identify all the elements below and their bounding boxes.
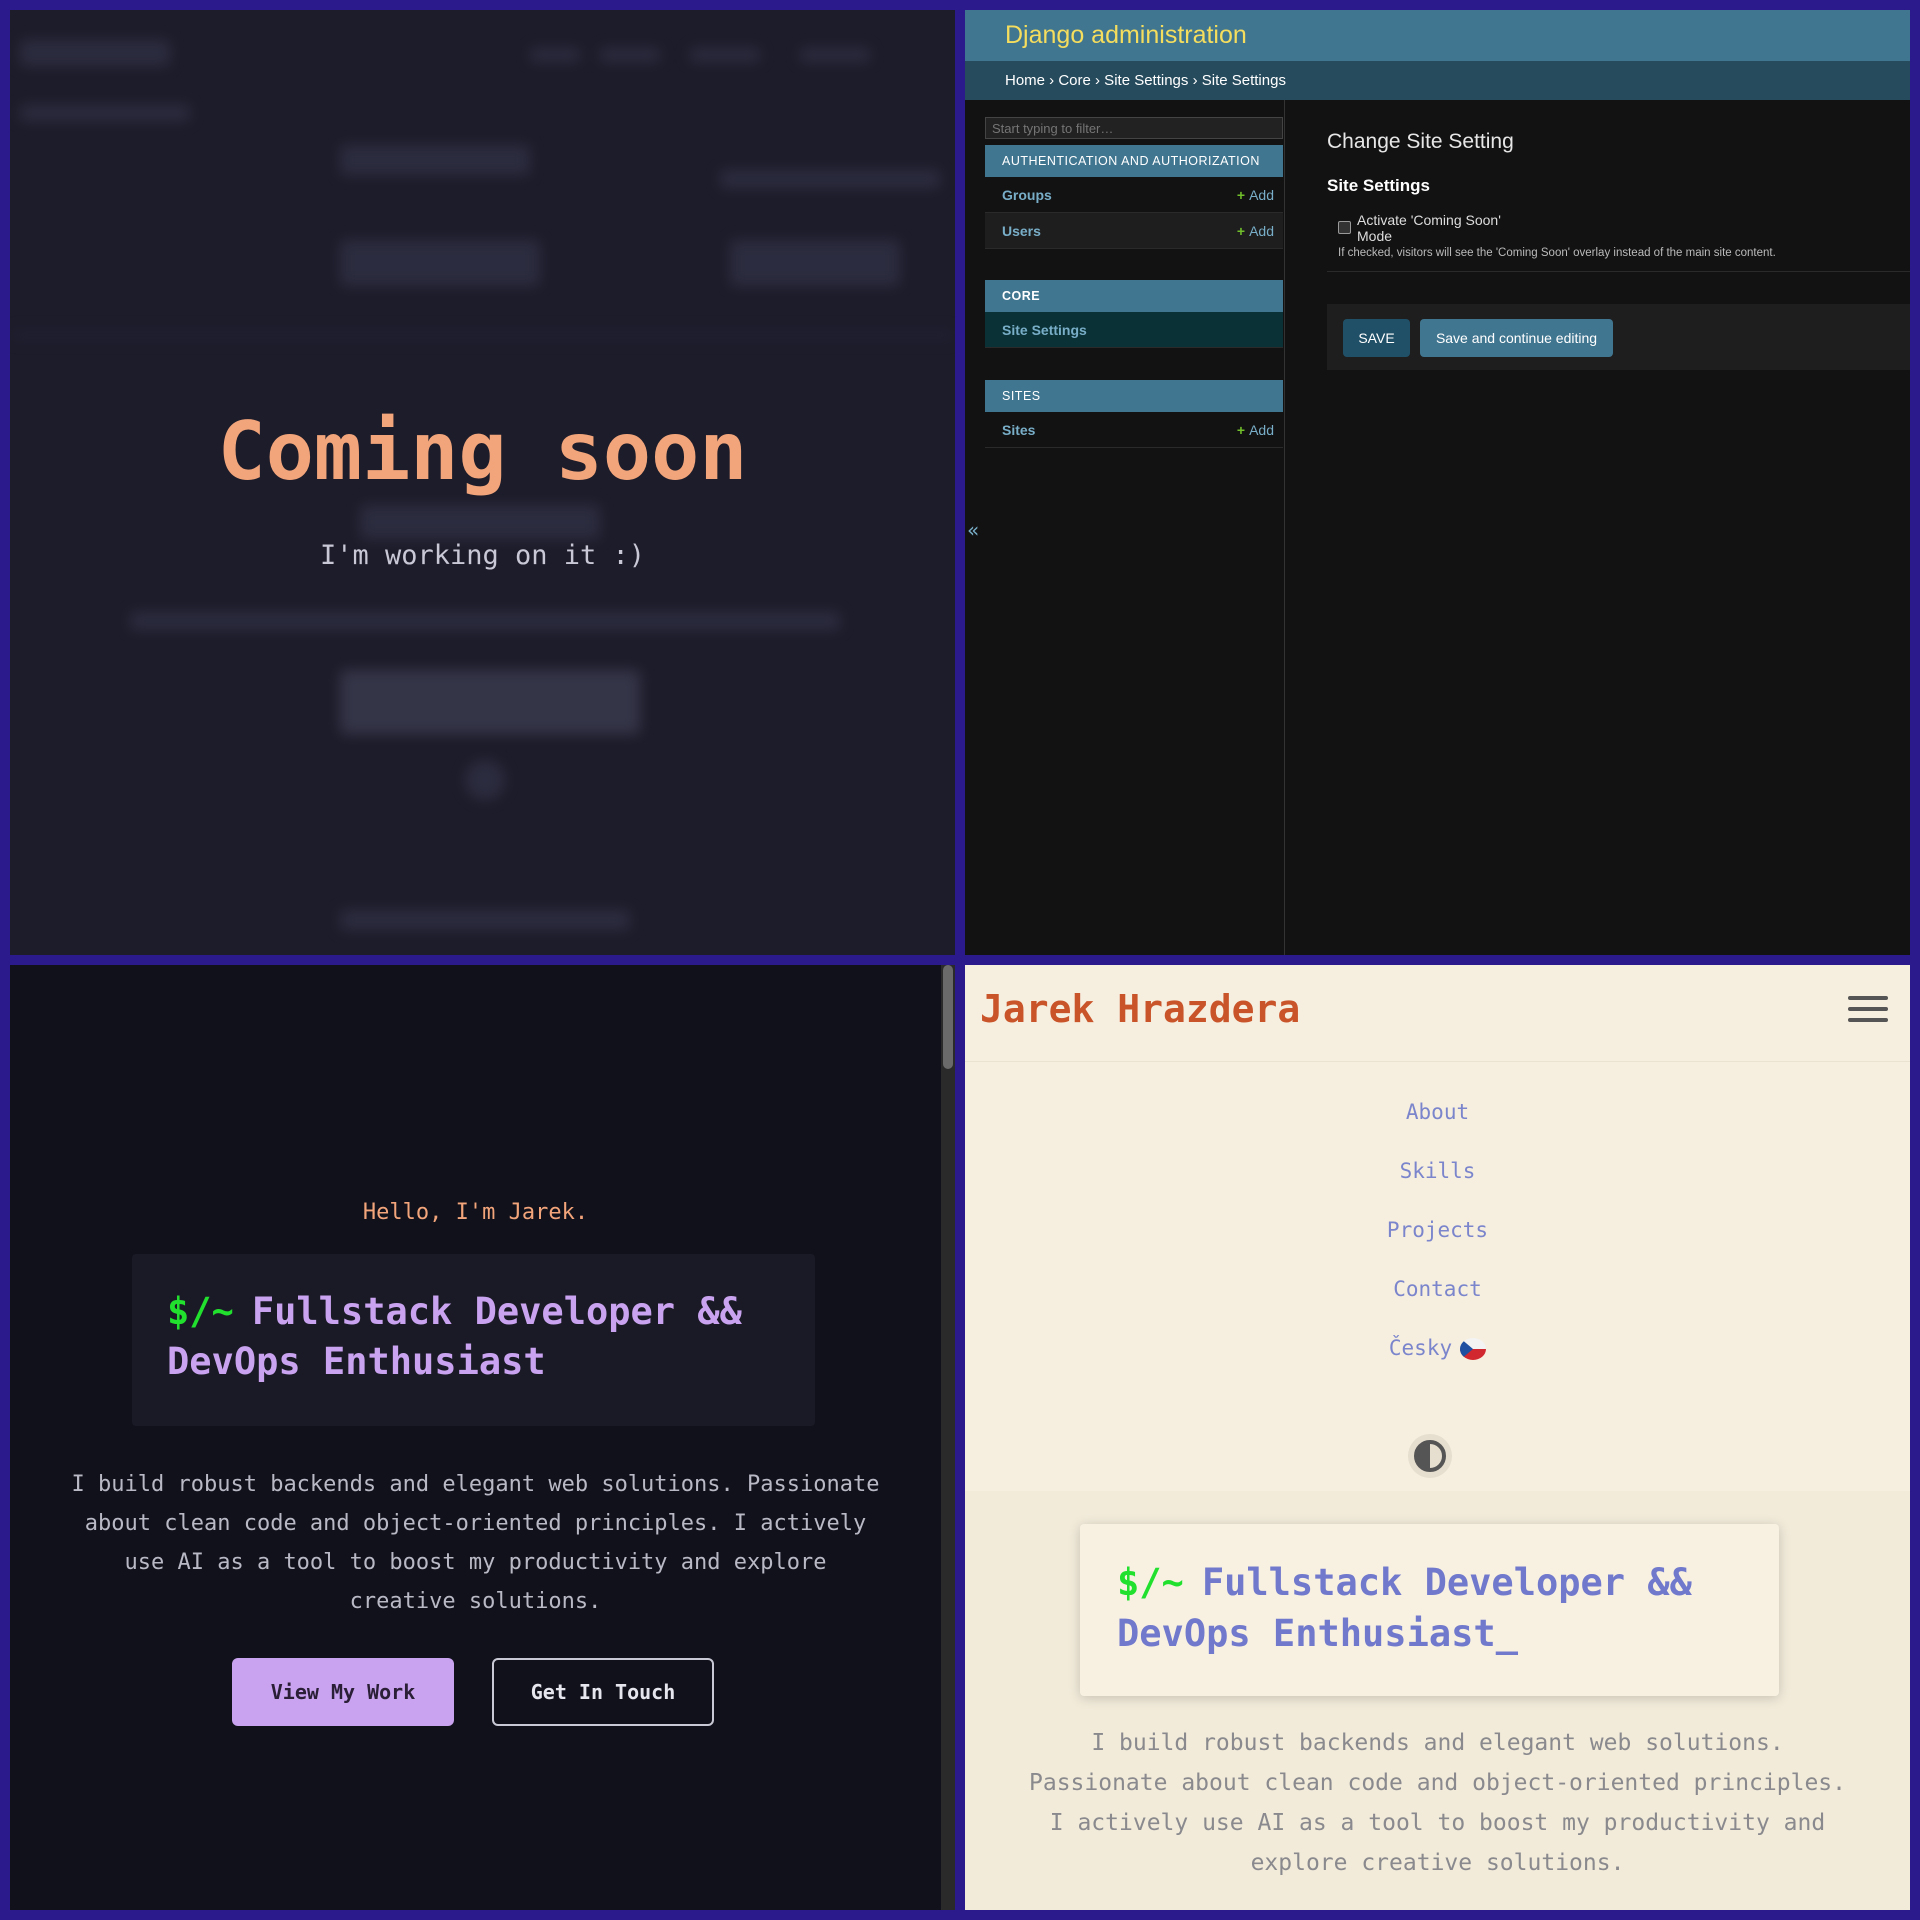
headline-line1: Fullstack Developer && [1201,1561,1692,1604]
sidebar-item-label[interactable]: Groups [1002,187,1052,203]
headline-line2: DevOps Enthusiast_ [1117,1612,1518,1655]
site-logo-name[interactable]: Jarek Hrazdera [980,987,1300,1031]
django-admin-panel: Django administration Home › Core › Site… [965,10,1910,955]
hero-description: I build robust backends and elegant web … [71,1472,880,1614]
language-label: Česky [1388,1336,1453,1360]
save-button[interactable]: SAVE [1343,319,1410,357]
add-groups-link[interactable]: + Add [1237,187,1274,203]
theme-toggle-button[interactable] [1408,1434,1452,1478]
view-work-button[interactable]: View My Work [232,1658,454,1726]
nav-link-contact[interactable]: Contact [965,1277,1910,1301]
contrast-icon [1414,1440,1446,1472]
sidebar-toggle-button[interactable]: « [967,518,979,542]
save-continue-button[interactable]: Save and continue editing [1420,319,1613,357]
checkbox-label[interactable]: Activate 'Coming Soon' Mode [1357,212,1527,244]
mobile-nav: About Skills Projects Contact Česky [965,1062,1910,1478]
page-title: Change Site Setting [1327,130,1514,153]
terminal-headline: $/~ Fullstack Developer && DevOps Enthusi… [1117,1557,1779,1659]
light-portfolio-panel: Jarek Hrazdera About Skills Projects Con… [965,965,1910,1910]
add-label: Add [1249,421,1274,438]
nav-sidebar: AUTHENTICATION AND AUTHORIZATION Groups … [965,100,1285,955]
module-core: CORE Site Settings [985,280,1283,348]
module-caption[interactable]: CORE [985,280,1283,312]
headline-line2: DevOps Enthusiast [167,1340,546,1383]
sidebar-item-site-settings[interactable]: Site Settings [985,312,1283,348]
sidebar-item-label[interactable]: Users [1002,223,1041,239]
module-caption[interactable]: AUTHENTICATION AND AUTHORIZATION [985,145,1283,177]
hamburger-menu-icon[interactable] [1848,996,1888,1026]
add-label: Add [1249,186,1274,203]
sidebar-item-users[interactable]: Users + Add [985,213,1283,249]
nav-filter-input[interactable] [985,117,1283,139]
sidebar-item-label[interactable]: Sites [1002,422,1035,438]
language-switch-link[interactable]: Česky [965,1336,1910,1360]
hero-greeting: Hello, I'm Jarek. [362,1200,589,1225]
module-caption[interactable]: SITES [985,380,1283,412]
site-branding[interactable]: Django administration [1005,21,1247,50]
content-main: Change Site Setting Site Settings Activa… [1327,100,1910,370]
get-in-touch-button[interactable]: Get In Touch [492,1658,714,1726]
help-text: If checked, visitors will see the 'Comin… [1338,247,1776,259]
add-label: Add [1249,222,1274,239]
terminal-prompt: $/~ [1117,1561,1184,1604]
breadcrumb: Home › Core › Site Settings › Site Setti… [965,61,1910,100]
hero-description: I build robust backends and elegant web … [1029,1730,1846,1876]
coming-soon-title: Coming soon [217,405,748,498]
plus-icon: + [1236,222,1246,239]
module-auth: AUTHENTICATION AND AUTHORIZATION Groups … [985,145,1283,249]
nav-link-about[interactable]: About [965,1100,1910,1124]
hero-section: $/~ Fullstack Developer && DevOps Enthusi… [965,1491,1910,1910]
dark-portfolio-panel: Hello, I'm Jarek. $/~ Fullstack Developer… [10,965,955,1910]
terminal-headline: $/~ Fullstack Developer && DevOps Enthusi… [167,1287,815,1387]
plus-icon: + [1236,421,1246,438]
fieldset-title: Site Settings [1327,176,1430,195]
headline-line1: Fullstack Developer && [251,1290,742,1333]
module-sites: SITES Sites + Add [985,380,1283,448]
nav-link-skills[interactable]: Skills [965,1159,1910,1183]
submit-row: SAVE Save and continue editing [1327,304,1910,370]
admin-header: Django administration [965,10,1910,61]
add-sites-link[interactable]: + Add [1237,422,1274,438]
terminal-prompt: $/~ [167,1290,234,1333]
scrollbar[interactable] [941,965,955,1910]
coming-soon-subtitle: I'm working on it :) [319,540,646,571]
add-users-link[interactable]: + Add [1237,223,1274,239]
czech-flag-icon [1460,1338,1487,1360]
site-header: Jarek Hrazdera [965,965,1910,1062]
coming-soon-panel: Coming soon I'm working on it :) [10,10,955,955]
sidebar-item-sites[interactable]: Sites + Add [985,412,1283,448]
scrollbar-thumb[interactable] [943,965,953,1069]
terminal-card: $/~ Fullstack Developer && DevOps Enthusi… [1080,1524,1779,1696]
terminal-card: $/~ Fullstack Developer && DevOps Enthusi… [132,1254,815,1426]
sidebar-item-label[interactable]: Site Settings [1002,322,1087,338]
coming-soon-field: Activate 'Coming Soon' Mode If checked, … [1327,212,1910,272]
breadcrumb-trail[interactable]: Home › Core › Site Settings › Site Setti… [1005,72,1286,89]
coming-soon-checkbox[interactable] [1338,221,1351,234]
nav-link-projects[interactable]: Projects [965,1218,1910,1242]
plus-icon: + [1236,186,1246,203]
sidebar-item-groups[interactable]: Groups + Add [985,177,1283,213]
